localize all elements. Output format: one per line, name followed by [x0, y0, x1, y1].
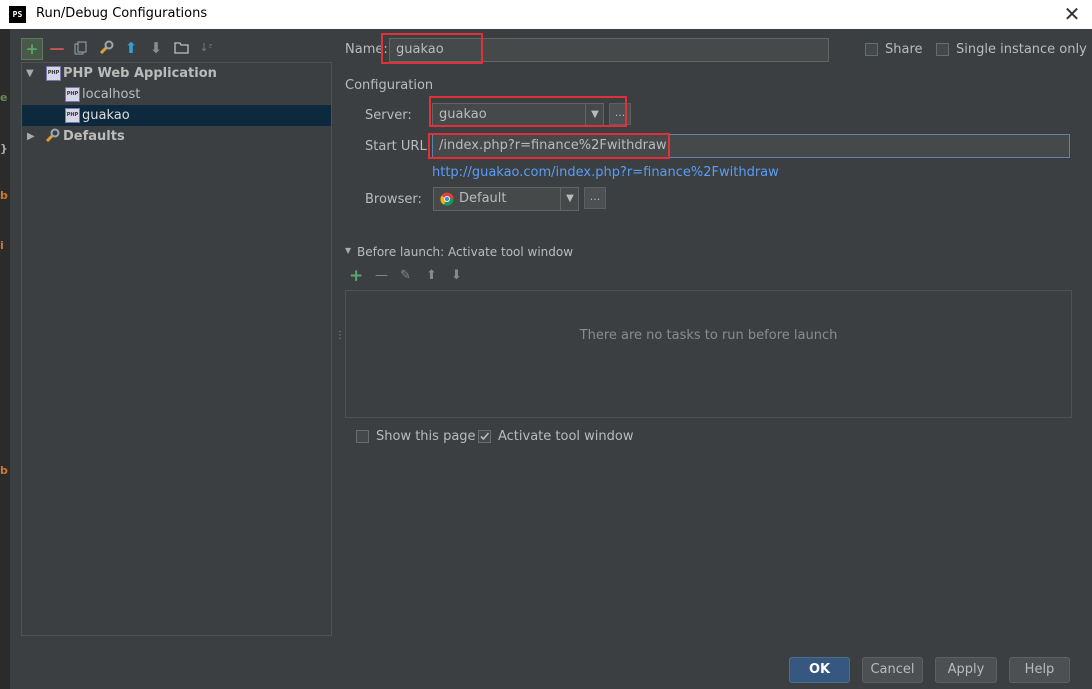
activate-tool-window-label: Activate tool window	[498, 429, 634, 444]
chrome-icon	[440, 192, 454, 206]
move-task-up-button[interactable]: ⬆	[426, 268, 437, 283]
tree-node-php-web-application[interactable]: ▼ PHP PHP Web Application	[22, 63, 331, 84]
share-checkbox[interactable]	[865, 43, 878, 56]
copy-configuration-button[interactable]	[71, 38, 91, 58]
apply-button[interactable]: Apply	[935, 657, 997, 683]
share-label: Share	[885, 42, 923, 57]
move-down-icon: ⬇	[451, 268, 462, 283]
tree-node-label: PHP Web Application	[63, 66, 217, 81]
add-icon: +	[349, 266, 364, 286]
browser-label: Browser:	[365, 192, 422, 207]
ok-button[interactable]: OK	[789, 657, 850, 683]
tree-node-label: Defaults	[63, 129, 125, 144]
sort-icon: ↓ᶻ	[199, 41, 213, 54]
close-icon[interactable]: ✕	[1060, 1, 1084, 27]
browser-more-button[interactable]: ...	[584, 187, 606, 209]
php-web-app-icon: PHP	[65, 108, 80, 123]
collapsed-triangle-icon[interactable]: ▶	[27, 126, 35, 147]
highlight-box	[429, 96, 627, 127]
move-down-icon: ⬇	[149, 39, 163, 57]
remove-icon: —	[375, 268, 388, 283]
before-launch-task-list[interactable]: There are no tasks to run before launch	[345, 290, 1072, 418]
show-this-page-label: Show this page	[376, 429, 476, 444]
move-task-down-button[interactable]: ⬇	[451, 268, 462, 283]
single-instance-checkbox[interactable]	[936, 43, 949, 56]
tree-node-localhost[interactable]: PHP localhost	[22, 84, 331, 105]
tree-node-defaults[interactable]: ▶ Defaults	[22, 126, 331, 147]
background-editor-edge: e } b i b	[0, 29, 10, 689]
move-up-icon: ⬆	[426, 268, 437, 283]
checkmark-icon	[480, 432, 490, 441]
window-title: Run/Debug Configurations	[36, 6, 208, 21]
server-label: Server:	[365, 108, 412, 123]
php-web-app-icon: PHP	[65, 87, 80, 102]
editor-fragment: b	[0, 464, 8, 477]
add-configuration-button[interactable]: +	[21, 38, 43, 60]
help-button[interactable]: Help	[1009, 657, 1070, 683]
add-icon: +	[25, 40, 39, 58]
editor-fragment: b	[0, 189, 8, 202]
empty-tasks-text: There are no tasks to run before launch	[579, 328, 838, 343]
wrench-icon	[44, 128, 60, 151]
sort-button[interactable]: ↓ᶻ	[196, 38, 216, 58]
move-up-button[interactable]: ⬆	[121, 38, 141, 58]
editor-fragment: i	[0, 239, 4, 252]
cancel-button[interactable]: Cancel	[862, 657, 923, 683]
move-up-icon: ⬆	[124, 39, 138, 57]
configuration-section-title: Configuration	[345, 78, 434, 93]
full-url-preview[interactable]: http://guakao.com/index.php?r=finance%2F…	[432, 165, 779, 180]
pencil-icon: ✎	[400, 268, 411, 283]
editor-fragment: e	[0, 91, 8, 104]
edit-defaults-button[interactable]	[96, 38, 116, 58]
tree-node-label: guakao	[82, 108, 130, 123]
create-folder-button[interactable]	[171, 38, 191, 58]
highlight-box	[428, 133, 670, 159]
chevron-down-icon[interactable]: ▼	[560, 188, 579, 210]
tree-node-guakao[interactable]: PHP guakao	[22, 105, 331, 126]
add-task-button[interactable]: +	[349, 266, 363, 286]
start-url-label: Start URL:	[365, 139, 432, 154]
remove-icon: —	[49, 39, 65, 57]
browser-value: Default	[459, 191, 507, 206]
activate-tool-window-checkbox[interactable]	[478, 430, 491, 443]
wrench-icon	[99, 40, 114, 55]
browser-combobox[interactable]: Default ▼	[433, 187, 579, 211]
php-web-app-icon: PHP	[46, 66, 61, 81]
expanded-triangle-icon[interactable]: ▼	[26, 63, 34, 84]
configuration-tree[interactable]: ▼ PHP PHP Web Application PHP localhost …	[21, 62, 332, 636]
splitter-handle[interactable]: ⋮	[335, 330, 345, 341]
collapse-triangle-icon[interactable]: ▼	[345, 246, 351, 255]
copy-icon	[74, 41, 87, 55]
before-launch-header[interactable]: Before launch: Activate tool window	[357, 245, 573, 259]
folder-icon	[173, 42, 189, 54]
single-instance-label: Single instance only	[956, 42, 1087, 57]
remove-configuration-button[interactable]: —	[47, 38, 67, 58]
highlight-box	[381, 33, 483, 64]
phpstorm-app-icon: PS	[9, 6, 26, 23]
show-this-page-checkbox[interactable]	[356, 430, 369, 443]
tree-node-label: localhost	[82, 87, 141, 102]
edit-task-button[interactable]: ✎	[400, 268, 411, 283]
move-down-button[interactable]: ⬇	[146, 38, 166, 58]
editor-fragment: }	[0, 142, 8, 155]
remove-task-button[interactable]: —	[375, 268, 388, 283]
title-bar: PS Run/Debug Configurations ✕	[0, 0, 1092, 29]
